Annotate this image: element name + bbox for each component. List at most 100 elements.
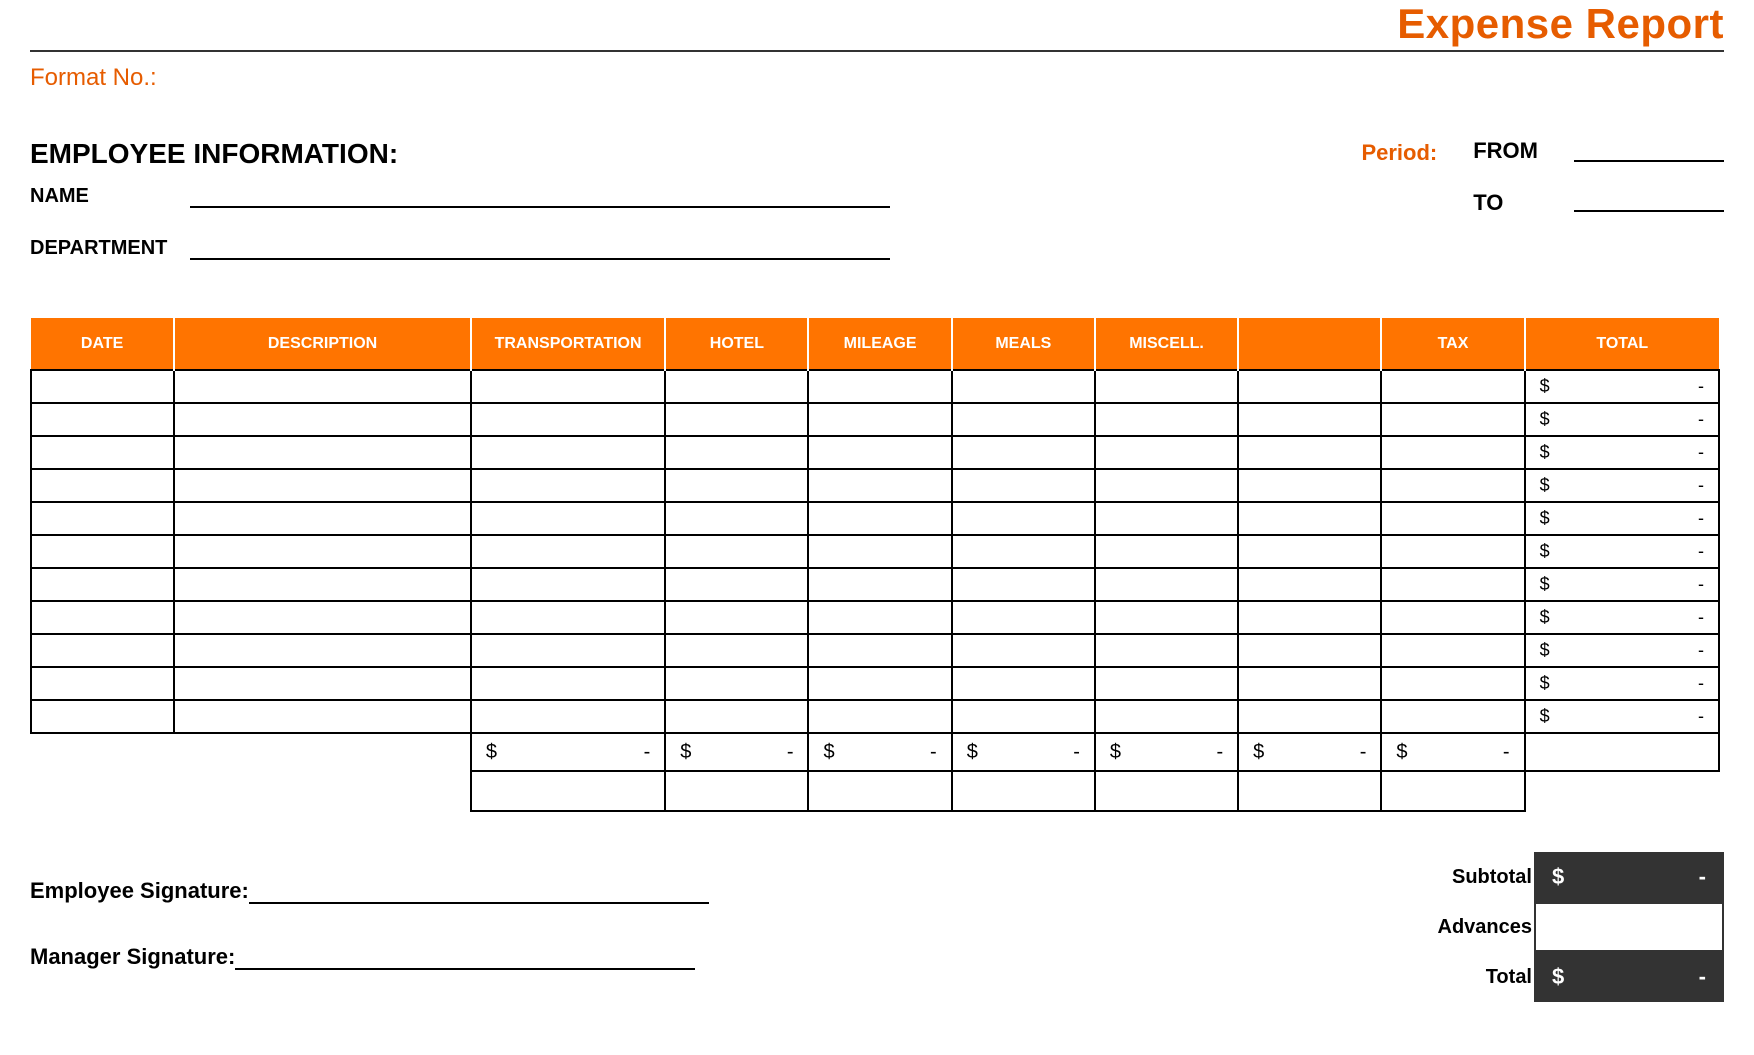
cell-tax[interactable] <box>1381 634 1524 667</box>
cell-date[interactable] <box>31 700 174 733</box>
cell-blank[interactable] <box>1238 469 1381 502</box>
cell-meals[interactable] <box>952 601 1095 634</box>
cell-misc[interactable] <box>1095 469 1238 502</box>
cell-blank[interactable] <box>1238 568 1381 601</box>
cell-blank[interactable] <box>1238 403 1381 436</box>
cell-date[interactable] <box>31 469 174 502</box>
cell-mileage[interactable] <box>808 403 951 436</box>
cell-date[interactable] <box>31 436 174 469</box>
cell-date[interactable] <box>31 502 174 535</box>
cell-tax[interactable] <box>1381 667 1524 700</box>
cell-hotel[interactable] <box>665 601 808 634</box>
cell-meals[interactable] <box>952 634 1095 667</box>
cell-tax[interactable] <box>1381 469 1524 502</box>
employee-signature-line[interactable] <box>249 880 709 904</box>
to-date-line[interactable] <box>1574 188 1724 212</box>
cell-transportation[interactable] <box>471 667 665 700</box>
cell-transportation[interactable] <box>471 601 665 634</box>
cell-transportation[interactable] <box>471 436 665 469</box>
cell-transportation[interactable] <box>471 502 665 535</box>
cell-mileage[interactable] <box>808 370 951 403</box>
cell-mileage[interactable] <box>808 436 951 469</box>
cell-mileage[interactable] <box>808 469 951 502</box>
cell-description[interactable] <box>174 469 471 502</box>
cell-date[interactable] <box>31 535 174 568</box>
cell-hotel[interactable] <box>665 469 808 502</box>
cell-misc[interactable] <box>1095 601 1238 634</box>
cell-date[interactable] <box>31 568 174 601</box>
cell-tax[interactable] <box>1381 436 1524 469</box>
cell-meals[interactable] <box>952 403 1095 436</box>
cell-tax[interactable] <box>1381 700 1524 733</box>
cell-meals[interactable] <box>952 469 1095 502</box>
cell-hotel[interactable] <box>665 667 808 700</box>
from-date-line[interactable] <box>1574 138 1724 162</box>
cell-description[interactable] <box>174 700 471 733</box>
cell-hotel[interactable] <box>665 700 808 733</box>
cell-mileage[interactable] <box>808 634 951 667</box>
cell-meals[interactable] <box>952 370 1095 403</box>
cell-blank[interactable] <box>1238 436 1381 469</box>
cell-description[interactable] <box>174 403 471 436</box>
cell-description[interactable] <box>174 502 471 535</box>
cell-date[interactable] <box>31 403 174 436</box>
cell-date[interactable] <box>31 601 174 634</box>
name-input-line[interactable] <box>190 184 890 208</box>
cell-mileage[interactable] <box>808 568 951 601</box>
cell-transportation[interactable] <box>471 403 665 436</box>
cell-hotel[interactable] <box>665 502 808 535</box>
cell-description[interactable] <box>174 667 471 700</box>
cell-meals[interactable] <box>952 700 1095 733</box>
cell-hotel[interactable] <box>665 568 808 601</box>
cell-description[interactable] <box>174 535 471 568</box>
cell-misc[interactable] <box>1095 535 1238 568</box>
cell-misc[interactable] <box>1095 403 1238 436</box>
cell-mileage[interactable] <box>808 502 951 535</box>
cell-hotel[interactable] <box>665 535 808 568</box>
cell-hotel[interactable] <box>665 403 808 436</box>
cell-transportation[interactable] <box>471 535 665 568</box>
cell-hotel[interactable] <box>665 634 808 667</box>
cell-misc[interactable] <box>1095 568 1238 601</box>
cell-meals[interactable] <box>952 535 1095 568</box>
cell-description[interactable] <box>174 568 471 601</box>
cell-description[interactable] <box>174 370 471 403</box>
cell-mileage[interactable] <box>808 535 951 568</box>
cell-blank[interactable] <box>1238 700 1381 733</box>
cell-blank[interactable] <box>1238 535 1381 568</box>
cell-misc[interactable] <box>1095 634 1238 667</box>
cell-tax[interactable] <box>1381 370 1524 403</box>
cell-description[interactable] <box>174 634 471 667</box>
cell-tax[interactable] <box>1381 535 1524 568</box>
manager-signature-line[interactable] <box>235 946 695 970</box>
cell-description[interactable] <box>174 436 471 469</box>
cell-misc[interactable] <box>1095 436 1238 469</box>
cell-tax[interactable] <box>1381 568 1524 601</box>
cell-blank[interactable] <box>1238 370 1381 403</box>
cell-date[interactable] <box>31 667 174 700</box>
department-input-line[interactable] <box>190 236 890 260</box>
cell-description[interactable] <box>174 601 471 634</box>
cell-blank[interactable] <box>1238 601 1381 634</box>
cell-misc[interactable] <box>1095 370 1238 403</box>
cell-blank[interactable] <box>1238 502 1381 535</box>
cell-meals[interactable] <box>952 568 1095 601</box>
cell-transportation[interactable] <box>471 568 665 601</box>
cell-misc[interactable] <box>1095 667 1238 700</box>
cell-blank[interactable] <box>1238 634 1381 667</box>
cell-misc[interactable] <box>1095 502 1238 535</box>
cell-tax[interactable] <box>1381 601 1524 634</box>
cell-transportation[interactable] <box>471 634 665 667</box>
cell-blank[interactable] <box>1238 667 1381 700</box>
cell-tax[interactable] <box>1381 403 1524 436</box>
cell-date[interactable] <box>31 370 174 403</box>
cell-transportation[interactable] <box>471 700 665 733</box>
cell-hotel[interactable] <box>665 436 808 469</box>
cell-mileage[interactable] <box>808 601 951 634</box>
cell-transportation[interactable] <box>471 469 665 502</box>
cell-hotel[interactable] <box>665 370 808 403</box>
advances-value[interactable] <box>1534 902 1724 952</box>
cell-mileage[interactable] <box>808 667 951 700</box>
cell-meals[interactable] <box>952 502 1095 535</box>
cell-misc[interactable] <box>1095 700 1238 733</box>
